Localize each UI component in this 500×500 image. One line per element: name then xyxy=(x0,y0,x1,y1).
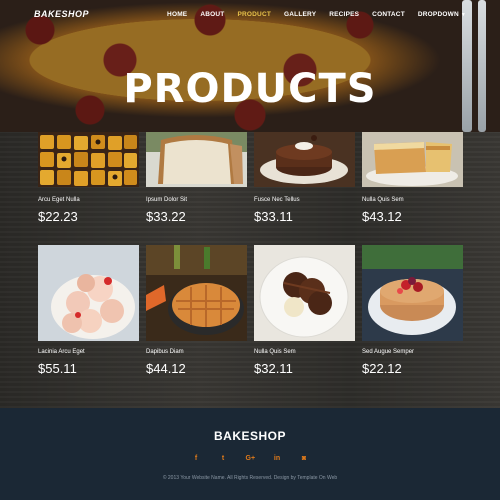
product-card[interactable]: Nulla Quis Sem $43.12 xyxy=(362,132,463,243)
product-image-quiche[interactable] xyxy=(362,132,463,187)
product-image-caramel-cubes[interactable] xyxy=(38,132,139,187)
product-price: $44.12 xyxy=(146,361,186,376)
product-card[interactable]: Fusce Nec Tellus $33.11 xyxy=(254,132,355,243)
product-card[interactable]: Arcu Eget Nulla $22.23 xyxy=(38,132,139,243)
product-name[interactable]: Lacinia Arcu Eget xyxy=(38,349,139,355)
product-price: $33.22 xyxy=(146,209,186,224)
chevron-down-icon: ▼ xyxy=(460,12,466,18)
footer-logo[interactable]: BAKESHOP xyxy=(0,429,500,443)
social-links: f t G+ in ◙ xyxy=(0,455,500,462)
nav-item-dropdown[interactable]: DROPDOWN ▼ xyxy=(418,11,466,18)
product-grid: Arcu Eget Nulla $22.23 Ipsum Dolor Sit $… xyxy=(38,132,464,376)
nav-menu: HOME ABOUT PRODUCT GALLERY RECIPES CONTA… xyxy=(167,11,466,18)
facebook-icon[interactable]: f xyxy=(192,455,201,462)
product-name[interactable]: Sed Augue Semper xyxy=(362,349,463,355)
product-card[interactable]: Dapibus Diam $44.12 xyxy=(146,245,247,376)
product-image-cookies[interactable] xyxy=(38,245,139,341)
product-price: $32.11 xyxy=(254,361,293,376)
google-plus-icon[interactable]: G+ xyxy=(246,455,256,462)
nav-item-dropdown-label: DROPDOWN xyxy=(417,11,459,18)
product-price: $33.11 xyxy=(254,209,293,224)
nav-item-gallery[interactable]: GALLERY xyxy=(284,11,316,18)
product-name[interactable]: Dapibus Diam xyxy=(146,349,247,355)
nav-item-recipes[interactable]: RECIPES xyxy=(329,11,359,18)
product-card[interactable]: Ipsum Dolor Sit $33.22 xyxy=(146,132,247,243)
site-footer: BAKESHOP f t G+ in ◙ © 2013 Your Website… xyxy=(0,408,500,500)
product-name[interactable]: Fusce Nec Tellus xyxy=(254,197,355,203)
product-image-berry-tart[interactable] xyxy=(362,245,463,341)
product-card[interactable]: Nulla Quis Sem $32.11 xyxy=(254,245,355,376)
product-name[interactable]: Nulla Quis Sem xyxy=(362,197,463,203)
products-section: Arcu Eget Nulla $22.23 Ipsum Dolor Sit $… xyxy=(0,132,500,408)
nav-item-about[interactable]: ABOUT xyxy=(200,11,224,18)
product-price: $55.11 xyxy=(38,361,77,376)
top-navigation: BAKESHOP HOME ABOUT PRODUCT GALLERY RECI… xyxy=(0,0,500,30)
product-image-chocolate-cookies[interactable] xyxy=(254,245,355,341)
nav-item-home[interactable]: HOME xyxy=(167,11,187,18)
site-logo[interactable]: BAKESHOP xyxy=(34,9,89,19)
page-title: PRODUCTS xyxy=(123,66,377,112)
product-image-chocolate-cake[interactable] xyxy=(254,132,355,187)
product-price: $22.23 xyxy=(38,209,78,224)
product-card[interactable]: Lacinia Arcu Eget $55.11 xyxy=(38,245,139,376)
copyright-text: © 2013 Your Website Name. All Rights Res… xyxy=(162,475,338,481)
product-image-pie[interactable] xyxy=(146,245,247,341)
linkedin-icon[interactable]: in xyxy=(273,455,282,462)
camera-icon[interactable]: ◙ xyxy=(300,455,309,462)
product-image-bread-loaf[interactable] xyxy=(146,132,247,187)
twitter-icon[interactable]: t xyxy=(219,455,228,462)
product-price: $22.12 xyxy=(362,361,402,376)
product-price: $43.12 xyxy=(362,209,402,224)
product-name[interactable]: Nulla Quis Sem xyxy=(254,349,355,355)
nav-item-product[interactable]: PRODUCT xyxy=(237,11,271,18)
product-name[interactable]: Ipsum Dolor Sit xyxy=(146,197,247,203)
product-name[interactable]: Arcu Eget Nulla xyxy=(38,197,139,203)
nav-item-contact[interactable]: CONTACT xyxy=(372,11,405,18)
product-card[interactable]: Sed Augue Semper $22.12 xyxy=(362,245,463,376)
